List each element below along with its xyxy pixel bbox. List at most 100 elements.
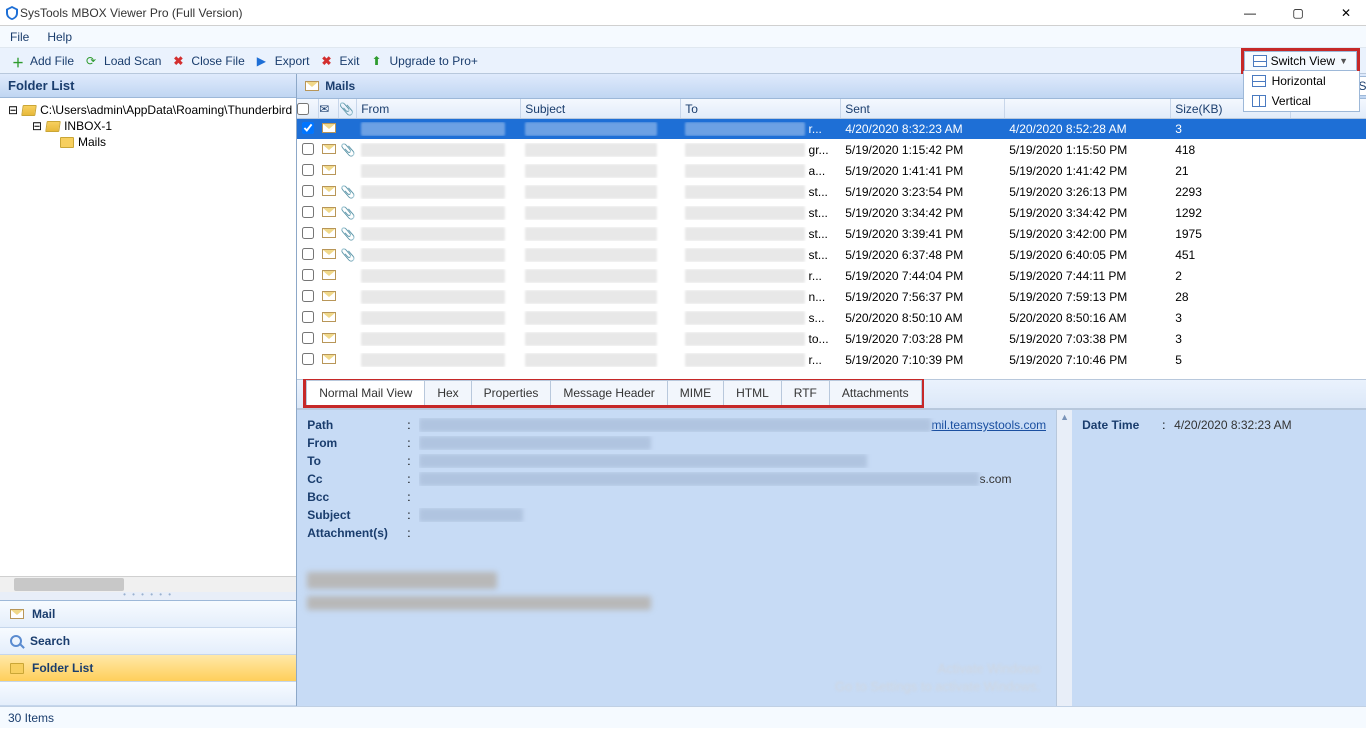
envelope-icon (322, 354, 336, 364)
switch-view-button[interactable]: Switch View ▼ (1244, 51, 1357, 71)
col-checkbox[interactable] (297, 99, 319, 118)
preview-body: XXXXXXXXXXXXXXXXXXX XXXXXXXXXXXXXXXXXXXX… (307, 572, 1046, 614)
tab-message-header[interactable]: Message Header (550, 380, 667, 405)
nav-search[interactable]: Search (0, 628, 296, 655)
cell-size: 3 (1171, 332, 1291, 346)
nav-mail[interactable]: Mail (0, 601, 296, 628)
table-row[interactable]: xxxxxxxxxxxxxxxxxxxxxxxxxxxxxxxxxxxxxxxx… (297, 329, 1366, 350)
cell-received: 5/19/2020 7:03:38 PM (1005, 332, 1171, 346)
switch-view-vertical[interactable]: Vertical (1244, 91, 1359, 111)
menu-file[interactable]: File (10, 30, 29, 44)
load-scan-button[interactable]: ⟳Load Scan (80, 52, 167, 70)
close-file-button[interactable]: ✖Close File (167, 52, 250, 70)
row-checkbox[interactable] (302, 290, 314, 302)
table-row[interactable]: xxxxxxxxxxxxxxxxxxxxxxxxxxxxxxxxxxxxxxxx… (297, 161, 1366, 182)
row-checkbox[interactable] (302, 353, 314, 365)
col-received[interactable] (1005, 99, 1171, 118)
tab-hex[interactable]: Hex (424, 380, 471, 405)
layout-icon (1253, 55, 1267, 67)
cell-sent: 5/19/2020 3:34:42 PM (841, 206, 1005, 220)
col-from[interactable]: From (357, 99, 521, 118)
cell-size: 2293 (1171, 185, 1291, 199)
row-checkbox[interactable] (302, 227, 314, 239)
scrollbar-thumb[interactable] (14, 578, 124, 591)
table-row[interactable]: 📎xxxxxxxxxxxxxxxxxxxxxxxxxxxxxxxxxxxxxxx… (297, 245, 1366, 266)
close-icon: ✖ (173, 54, 187, 68)
folder-tree-hscroll[interactable] (0, 576, 296, 592)
path-suffix: mil.teamsystools.com (931, 418, 1046, 432)
cell-size: 451 (1171, 248, 1291, 262)
col-readstate[interactable]: ✉ (319, 99, 339, 118)
cell-sent: 5/19/2020 3:39:41 PM (841, 227, 1005, 241)
envelope-icon (322, 186, 336, 196)
row-checkbox[interactable] (302, 248, 314, 260)
row-checkbox[interactable] (302, 122, 314, 134)
switch-view-horizontal[interactable]: Horizontal (1244, 71, 1359, 91)
tree-node-mails[interactable]: Mails (0, 134, 296, 150)
col-to[interactable]: To (681, 99, 841, 118)
paperclip-icon: 📎 (341, 185, 356, 199)
tab-html[interactable]: HTML (723, 380, 782, 405)
label-path: Path (307, 418, 407, 432)
tab-properties[interactable]: Properties (471, 380, 552, 405)
table-row[interactable]: 📎xxxxxxxxxxxxxxxxxxxxxxxxxxxxxxxxxxxxxxx… (297, 182, 1366, 203)
export-button[interactable]: ▶Export (251, 52, 316, 70)
exit-button[interactable]: ✖Exit (315, 52, 365, 70)
preview-vscroll[interactable]: ▲ (1056, 410, 1072, 706)
cell-received: 5/19/2020 3:26:13 PM (1005, 185, 1171, 199)
table-row[interactable]: xxxxxxxxxxxxxxxxxxxxxxxxxxxxxxxxxxxxxxxx… (297, 350, 1366, 371)
tab-normal-mail-view[interactable]: Normal Mail View (306, 380, 425, 405)
row-checkbox[interactable] (302, 269, 314, 281)
splitter-gripper[interactable]: • • • • • • (0, 592, 296, 600)
table-row[interactable]: 📎xxxxxxxxxxxxxxxxxxxxxxxxxxxxxxxxxxxxxxx… (297, 224, 1366, 245)
mail-icon (10, 609, 24, 619)
tab-attachments[interactable]: Attachments (829, 380, 922, 405)
preview-right: Date Time:4/20/2020 8:32:23 AM (1072, 410, 1366, 706)
minimize-button[interactable]: ― (1238, 6, 1262, 20)
select-all-checkbox[interactable] (297, 103, 309, 115)
nav-empty (0, 682, 296, 706)
tab-rtf[interactable]: RTF (781, 380, 830, 405)
cell-received: 5/19/2020 7:10:46 PM (1005, 353, 1171, 367)
table-header: ✉ 📎 From Subject To Sent Size(KB) (297, 99, 1366, 119)
collapse-icon[interactable]: ⊟ (8, 103, 18, 117)
table-row[interactable]: xxxxxxxxxxxxxxxxxxxxxxxxxxxxxxxxxxxxxxxx… (297, 266, 1366, 287)
table-row[interactable]: xxxxxxxxxxxxxxxxxxxxxxxxxxxxxxxxxxxxxxxx… (297, 308, 1366, 329)
upgrade-button[interactable]: ⬆Upgrade to Pro+ (365, 52, 483, 70)
attachment-cell: 📎 (339, 206, 357, 220)
table-body[interactable]: xxxxxxxxxxxxxxxxxxxxxxxxxxxxxxxxxxxxxxxx… (297, 119, 1366, 379)
label-attachments: Attachment(s) (307, 526, 407, 540)
cell-sent: 5/19/2020 1:15:42 PM (841, 143, 1005, 157)
table-row[interactable]: xxxxxxxxxxxxxxxxxxxxxxxxxxxxxxxxxxxxxxxx… (297, 119, 1366, 140)
label-from: From (307, 436, 407, 450)
cell-size: 1975 (1171, 227, 1291, 241)
row-checkbox[interactable] (302, 332, 314, 344)
folder-tree[interactable]: ⊟C:\Users\admin\AppData\Roaming\Thunderb… (0, 98, 296, 576)
tree-node-root[interactable]: ⊟C:\Users\admin\AppData\Roaming\Thunderb… (0, 102, 296, 118)
row-checkbox[interactable] (302, 143, 314, 155)
table-row[interactable]: 📎xxxxxxxxxxxxxxxxxxxxxxxxxxxxxxxxxxxxxxx… (297, 140, 1366, 161)
menu-help[interactable]: Help (47, 30, 72, 44)
table-row[interactable]: 📎xxxxxxxxxxxxxxxxxxxxxxxxxxxxxxxxxxxxxxx… (297, 203, 1366, 224)
tree-node-inbox[interactable]: ⊟INBOX-1 (0, 118, 296, 134)
watermark: Activate WindowsGo to Settings to activa… (835, 660, 1040, 696)
close-window-button[interactable]: ✕ (1334, 6, 1358, 20)
col-attachment[interactable]: 📎 (339, 99, 357, 118)
row-checkbox[interactable] (302, 185, 314, 197)
table-row[interactable]: xxxxxxxxxxxxxxxxxxxxxxxxxxxxxxxxxxxxxxxx… (297, 287, 1366, 308)
cell-received: 5/19/2020 7:59:13 PM (1005, 290, 1171, 304)
add-file-button[interactable]: ＋Add File (6, 52, 80, 70)
maximize-button[interactable]: ▢ (1286, 6, 1310, 20)
collapse-icon[interactable]: ⊟ (32, 119, 42, 133)
tab-mime[interactable]: MIME (667, 380, 724, 405)
title-bar: SysTools MBOX Viewer Pro (Full Version) … (0, 0, 1366, 26)
row-checkbox[interactable] (302, 206, 314, 218)
row-checkbox[interactable] (302, 164, 314, 176)
nav-folder-list[interactable]: Folder List (0, 655, 296, 682)
row-checkbox[interactable] (302, 311, 314, 323)
col-subject[interactable]: Subject (521, 99, 681, 118)
col-sent[interactable]: Sent (841, 99, 1005, 118)
app-logo-icon (4, 5, 20, 21)
attachment-cell: 📎 (339, 185, 357, 199)
export-icon: ▶ (257, 54, 271, 68)
